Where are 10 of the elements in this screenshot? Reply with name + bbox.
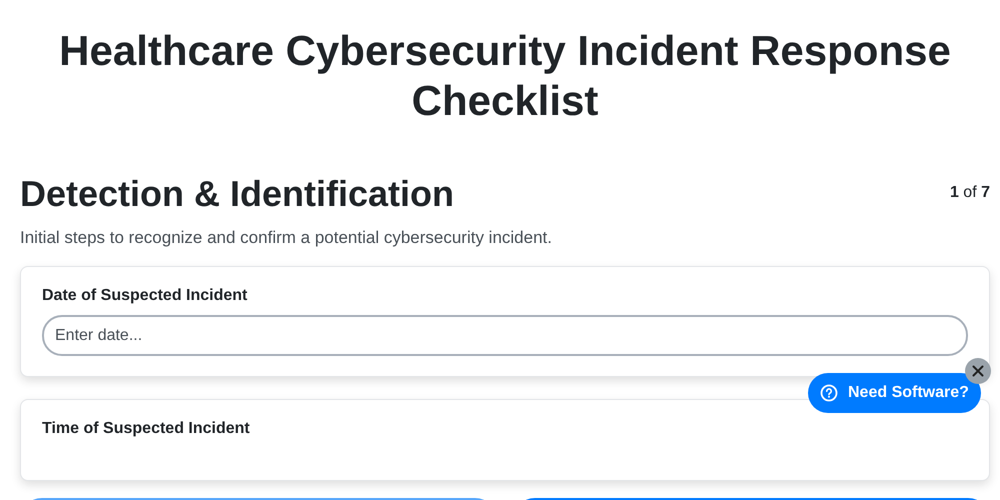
section-heading: Detection & Identification [20, 172, 454, 216]
help-icon [820, 384, 838, 402]
section-description: Initial steps to recognize and confirm a potential cybersecurity incident. [20, 228, 553, 248]
help-button[interactable]: Need Software? [808, 373, 981, 413]
page-title: Healthcare Cybersecurity Incident Response Checklist [58, 26, 952, 126]
question-label: Time of Suspected Incident [42, 420, 251, 438]
question-label: Date of Suspected Incident [42, 287, 248, 305]
input-field[interactable]: Enter date... [42, 315, 968, 356]
close-icon [972, 365, 984, 377]
step-counter: 1 of 7 [950, 184, 990, 202]
